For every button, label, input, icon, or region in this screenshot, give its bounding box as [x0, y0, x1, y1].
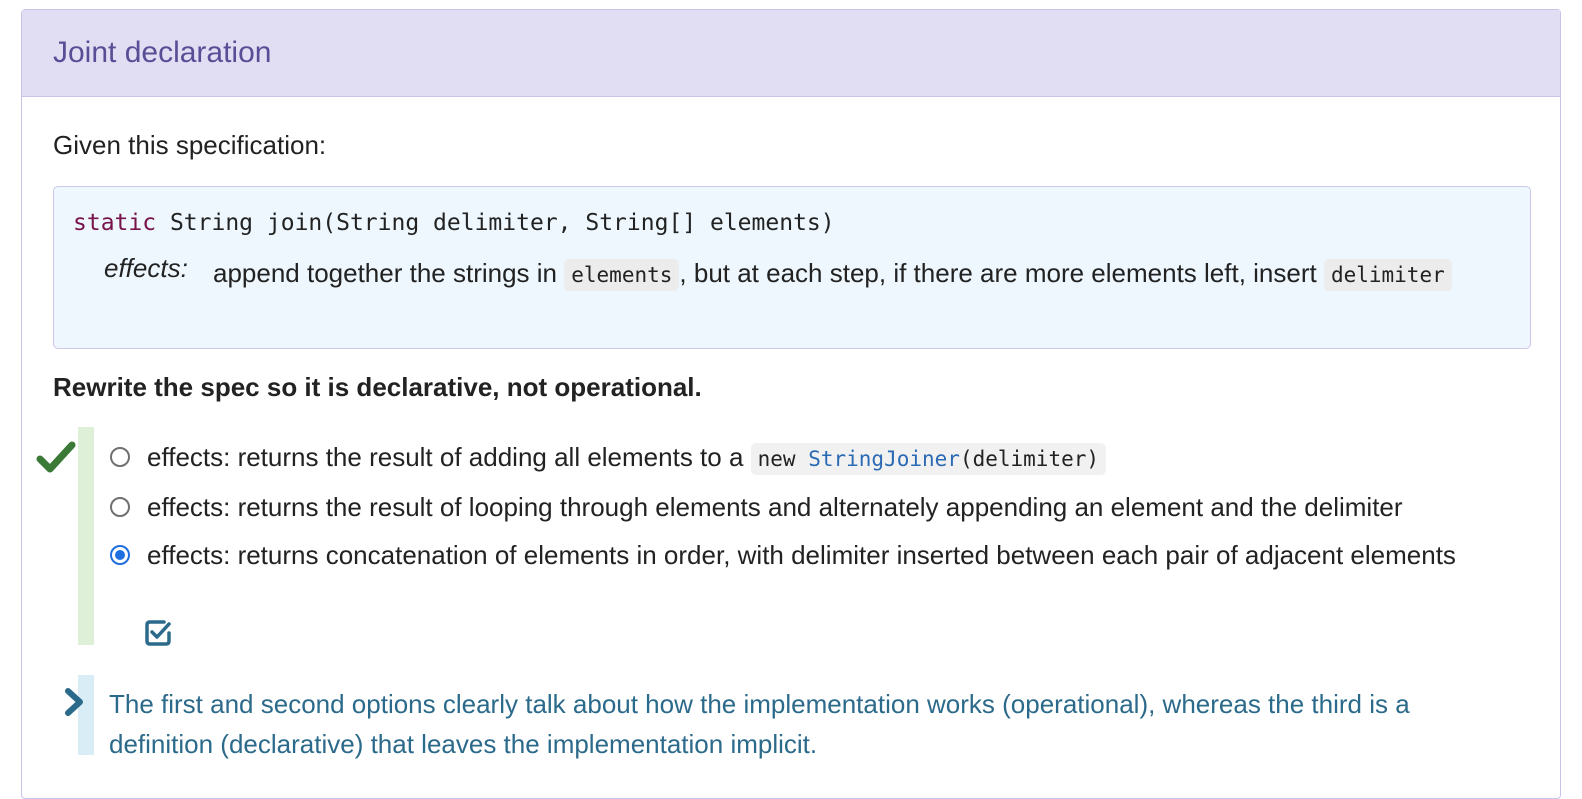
option-2-radio[interactable] [110, 497, 130, 517]
option-1-radio[interactable] [110, 447, 130, 467]
method-signature: static String join(String delimiter, Str… [73, 210, 835, 236]
correct-answer-bar [78, 427, 94, 645]
panel-title: Joint declaration [53, 36, 272, 69]
chevron-right-icon[interactable] [62, 687, 88, 717]
answer-block: effects: returns the result of adding al… [36, 427, 1528, 647]
explanation-text: The first and second options clearly tal… [109, 689, 1410, 759]
stringjoiner-code: new StringJoiner(delimiter) [750, 443, 1107, 475]
option-1-text: effects: returns the result of adding al… [147, 442, 751, 472]
option-3[interactable]: effects: returns concatenation of elemen… [110, 535, 1456, 575]
new-keyword: new [757, 447, 809, 471]
stringjoiner-class: StringJoiner [808, 447, 960, 471]
option-1-label: effects: returns the result of adding al… [147, 437, 1107, 479]
intro-text: Given this specification: [53, 130, 327, 160]
check-square-icon[interactable] [144, 619, 172, 647]
option-2[interactable]: effects: returns the result of looping t… [110, 487, 1403, 527]
elements-code: elements [564, 259, 680, 291]
option-3-radio[interactable] [110, 545, 130, 565]
effects-part2: , but at each step, if there are more el… [679, 258, 1324, 288]
option-3-label: effects: returns concatenation of elemen… [147, 540, 1456, 570]
question-text: Rewrite the spec so it is declarative, n… [53, 372, 702, 402]
explanation-block: The first and second options clearly tal… [65, 675, 1528, 759]
stringjoiner-args: (delimiter) [959, 447, 1100, 471]
effects-label: effects: [104, 253, 188, 283]
option-1[interactable]: effects: returns the result of adding al… [110, 437, 1107, 479]
static-keyword: static [73, 210, 157, 236]
effects-part1: append together the strings in [213, 258, 565, 288]
spec-box: static String join(String delimiter, Str… [53, 186, 1531, 349]
delimiter-code: delimiter [1323, 259, 1452, 291]
effects-text: append together the strings in elements,… [213, 253, 1473, 295]
check-icon [36, 441, 76, 473]
panel-header: Joint declaration [22, 10, 1560, 97]
option-2-label: effects: returns the result of looping t… [147, 492, 1403, 522]
signature-rest: String join(String delimiter, String[] e… [156, 210, 835, 236]
